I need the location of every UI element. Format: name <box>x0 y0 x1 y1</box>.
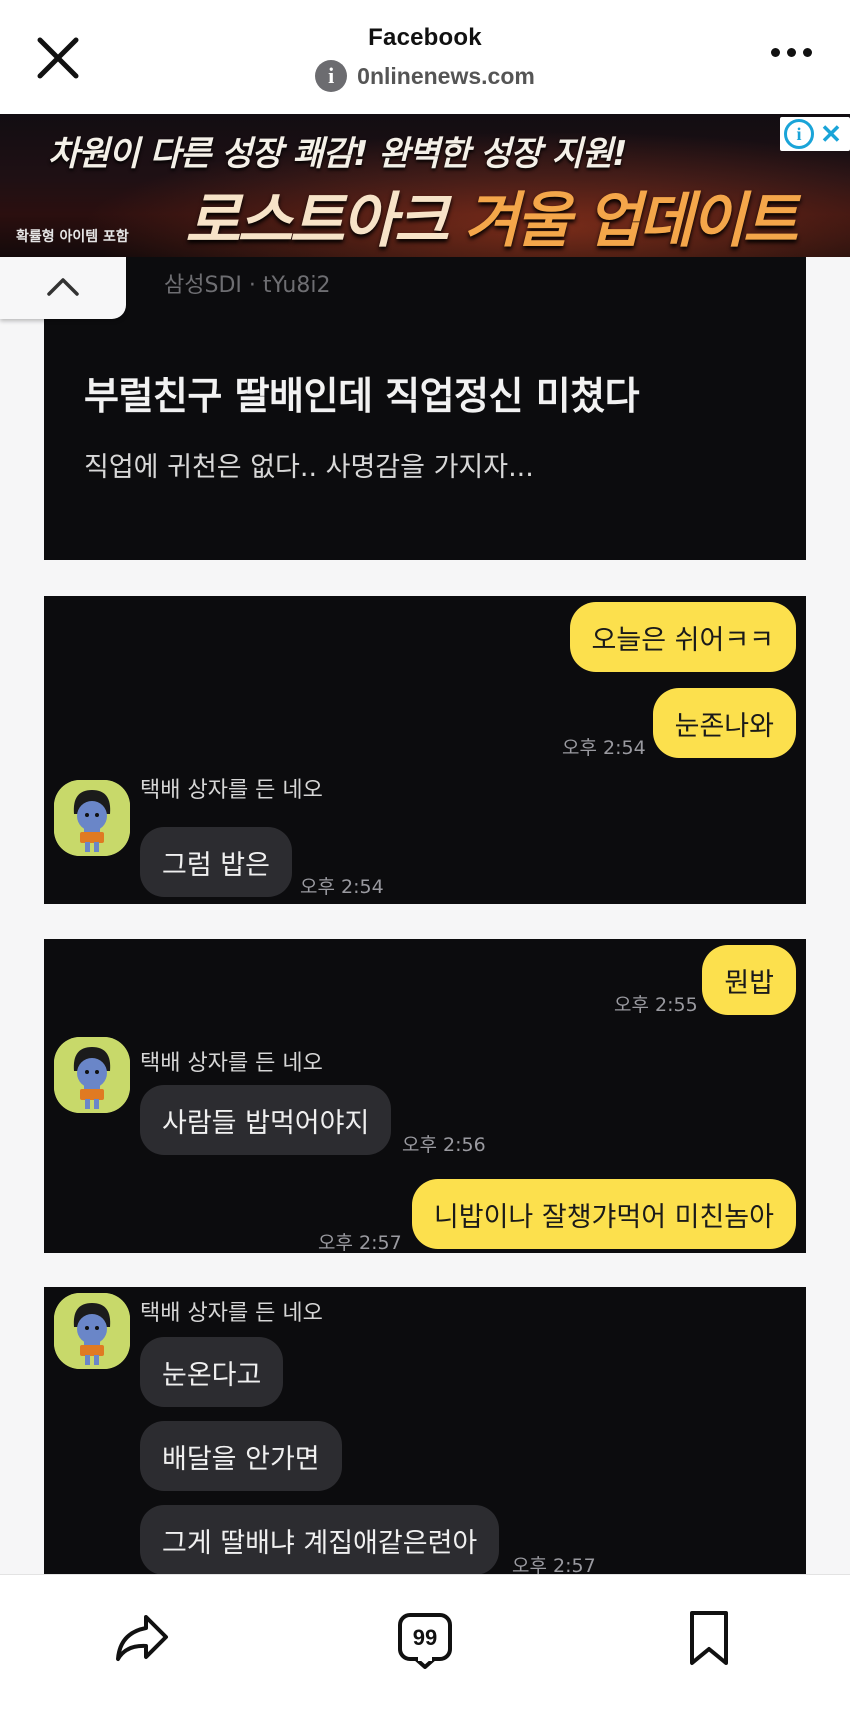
sender-name: 택배 상자를 든 네오 <box>140 1051 323 1076</box>
chat-screenshot-2: 뭔밥 오후 2:55 택배 상자를 든 네오 사람들 밥먹어야지 오후 2:56… <box>44 939 806 1253</box>
ad-disclaimer: 확률형 아이템 포함 <box>16 229 129 245</box>
message-time: 오후 2:57 <box>318 1232 402 1253</box>
page-title: Facebook <box>368 24 482 51</box>
comment-count: 99 <box>412 1625 438 1650</box>
message-time: 오후 2:54 <box>562 737 646 759</box>
avatar <box>54 1037 130 1113</box>
share-icon <box>116 1615 168 1661</box>
more-dot-icon <box>787 48 796 57</box>
avatar <box>54 1293 130 1369</box>
other-message-bubble: 그럼 밥은 <box>140 827 292 897</box>
comments-button[interactable]: 99 <box>392 1605 458 1671</box>
browser-header: Facebook i 0nlinenews.com <box>0 0 850 114</box>
post-header-image: 삼성SDI · tYu8i2 부럴친구 딸배인데 직업정신 미쳤다 직업에 귀천… <box>44 257 806 560</box>
my-message-bubble: 오늘은 쉬어ㅋㅋ <box>569 602 796 672</box>
post-meta: 삼성SDI · tYu8i2 <box>164 273 331 298</box>
url-row[interactable]: i 0nlinenews.com <box>315 60 535 92</box>
other-message-bubble: 배달을 안가면 <box>140 1421 342 1491</box>
message-time: 오후 2:54 <box>300 876 384 898</box>
message-time: 오후 2:55 <box>614 994 698 1016</box>
sender-name: 택배 상자를 든 네오 <box>140 778 323 803</box>
my-message-bubble: 뭔밥 <box>702 945 796 1015</box>
message-time: 오후 2:56 <box>402 1134 486 1156</box>
message-time: 오후 2:57 <box>512 1555 596 1575</box>
neo-avatar-icon <box>54 1293 130 1369</box>
url-text: 0nlinenews.com <box>357 62 535 89</box>
bottom-toolbar: 99 <box>0 1574 850 1710</box>
ad-banner[interactable]: 차원이 다른 성장 쾌감! 완벽한 성장 지원! 로스트아크 겨울 업데이트 확… <box>0 114 850 257</box>
other-message-bubble: 눈온다고 <box>140 1337 284 1407</box>
collapse-ad-button[interactable] <box>0 257 126 319</box>
more-options-button[interactable] <box>771 48 812 57</box>
my-message-bubble: 눈존나와 <box>652 688 796 758</box>
ad-info-icon[interactable]: i <box>784 119 814 149</box>
post-title: 부럴친구 딸배인데 직업정신 미쳤다 <box>84 374 640 418</box>
ad-tagline: 차원이 다른 성장 쾌감! 완벽한 성장 지원! <box>48 134 628 174</box>
more-dot-icon <box>803 48 812 57</box>
post-subtitle: 직업에 귀천은 없다.. 사명감을 가지자... <box>84 452 534 483</box>
my-message-bubble: 니밥이나 잘챙갸먹어 미친놈아 <box>411 1179 796 1249</box>
neo-avatar-icon <box>54 1037 130 1113</box>
bookmark-icon <box>690 1611 728 1665</box>
chat-screenshot-3: 택배 상자를 든 네오 눈온다고 배달을 안가면 그게 딸배냐 계집애같은련아 … <box>44 1287 806 1575</box>
bookmark-button[interactable] <box>676 1605 742 1671</box>
share-button[interactable] <box>108 1605 174 1671</box>
ad-headline-game: 로스트아크 <box>185 186 464 256</box>
title-block: Facebook i 0nlinenews.com <box>0 24 850 92</box>
sender-name: 택배 상자를 든 네오 <box>140 1301 323 1326</box>
more-dot-icon <box>771 48 780 57</box>
other-message-bubble: 그게 딸배냐 계집애같은련아 <box>140 1505 500 1575</box>
other-message-bubble: 사람들 밥먹어야지 <box>140 1085 392 1155</box>
ad-headline-update: 겨울 업데이트 <box>463 186 798 256</box>
site-info-icon[interactable]: i <box>315 60 348 92</box>
ad-controls: i ✕ <box>780 117 850 151</box>
avatar <box>54 780 130 856</box>
page: Facebook i 0nlinenews.com 차원이 다른 성장 쾌감! … <box>0 0 850 1710</box>
chevron-up-icon <box>47 278 79 296</box>
ad-close-icon[interactable]: ✕ <box>816 119 846 149</box>
chat-screenshot-1: 오늘은 쉬어ㅋㅋ 눈존나와 오후 2:54 택배 상자를 든 네오 그럼 밥은 … <box>44 596 806 904</box>
neo-avatar-icon <box>54 780 130 856</box>
ad-headline: 로스트아크 겨울 업데이트 <box>185 172 798 257</box>
